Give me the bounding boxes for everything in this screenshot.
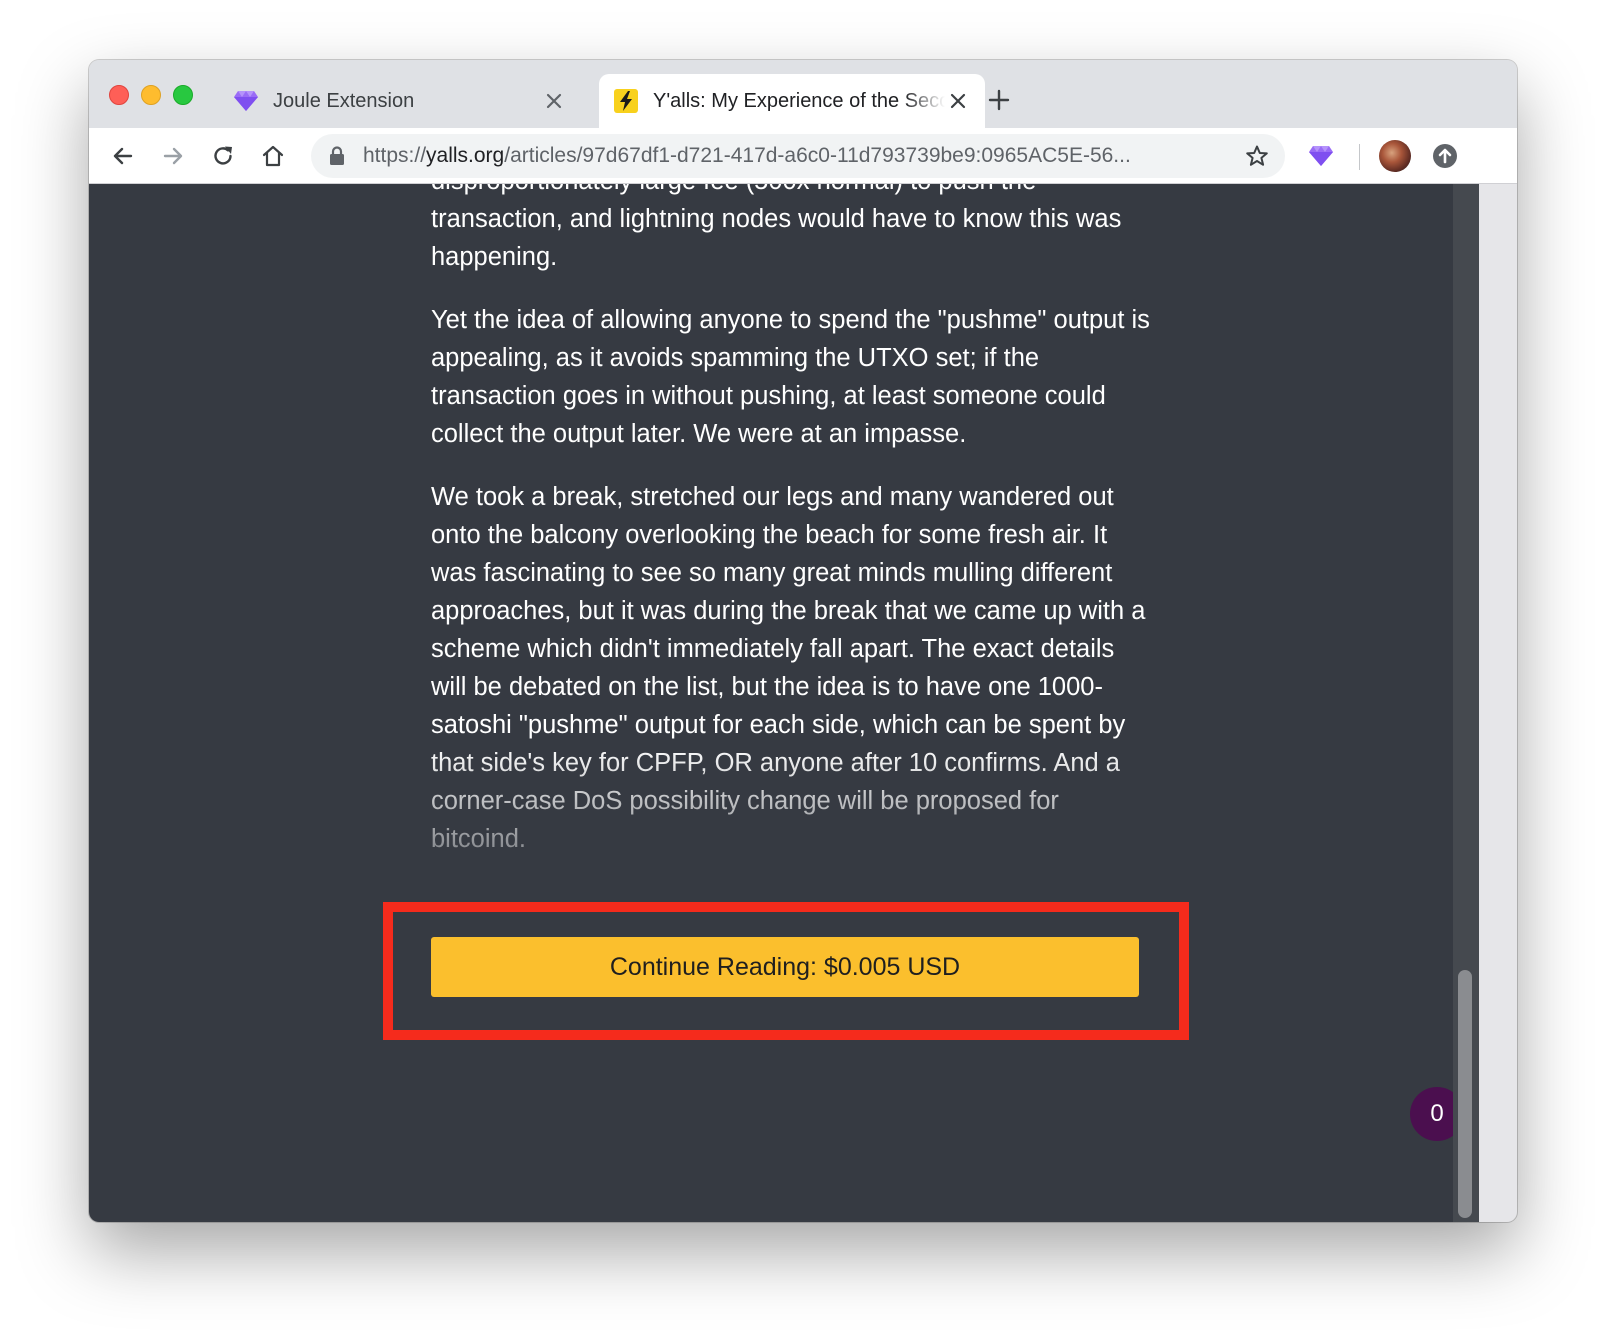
article-paragraph: Yet the idea of allowing anyone to spend…: [431, 306, 1150, 448]
url-host: yalls.org: [426, 144, 505, 167]
browser-toolbar: https://yalls.org/articles/97d67df1-d721…: [89, 128, 1517, 184]
joule-extension-icon[interactable]: [1303, 138, 1339, 174]
url-path: /articles/97d67df1-d721-417d-a6c0-11d793…: [504, 144, 1131, 167]
forward-arrow-icon[interactable]: [155, 138, 191, 174]
zoom-window-button[interactable]: [173, 85, 193, 105]
back-arrow-icon[interactable]: [105, 138, 141, 174]
address-bar[interactable]: https://yalls.org/articles/97d67df1-d721…: [311, 134, 1285, 178]
lock-icon: [329, 145, 347, 167]
scrollbar[interactable]: [1453, 184, 1479, 1222]
scrollbar-thumb[interactable]: [1458, 970, 1472, 1218]
continue-reading-button[interactable]: Continue Reading: $0.005 USD: [431, 937, 1139, 997]
star-icon[interactable]: [1243, 142, 1271, 170]
toolbar-divider: [1359, 144, 1360, 170]
tab-title: Y'alls: My Experience of the Second Ligh…: [653, 89, 945, 112]
browser-window: Joule Extension Y'alls: My Experience of…: [89, 60, 1517, 1222]
page-viewport: disproportionately large fee (500x norma…: [89, 184, 1453, 1222]
new-tab-plus-icon[interactable]: [985, 86, 1013, 114]
tab-close-icon[interactable]: [945, 88, 971, 114]
minimize-window-button[interactable]: [141, 85, 161, 105]
url-text[interactable]: https://yalls.org/articles/97d67df1-d721…: [363, 144, 1219, 168]
reload-icon[interactable]: [205, 138, 241, 174]
tab-close-icon[interactable]: [541, 88, 567, 114]
close-window-button[interactable]: [109, 85, 129, 105]
tab-strip: Joule Extension Y'alls: My Experience of…: [89, 60, 1517, 128]
paywall-fade: [409, 744, 1169, 924]
tab-title: Joule Extension: [273, 89, 415, 112]
url-scheme: https://: [363, 144, 427, 167]
joule-gem-icon: [233, 88, 259, 114]
lightning-bolt-icon: [613, 88, 639, 114]
tab-yalls-article[interactable]: Y'alls: My Experience of the Second Ligh…: [599, 74, 985, 128]
profile-avatar[interactable]: [1379, 140, 1411, 172]
article-paragraph: disproportionately large fee (500x norma…: [431, 184, 1122, 271]
home-icon[interactable]: [255, 138, 291, 174]
update-icon[interactable]: [1427, 138, 1463, 174]
count-badge[interactable]: 0: [1410, 1087, 1453, 1141]
tab-joule-extension[interactable]: Joule Extension: [221, 74, 581, 128]
